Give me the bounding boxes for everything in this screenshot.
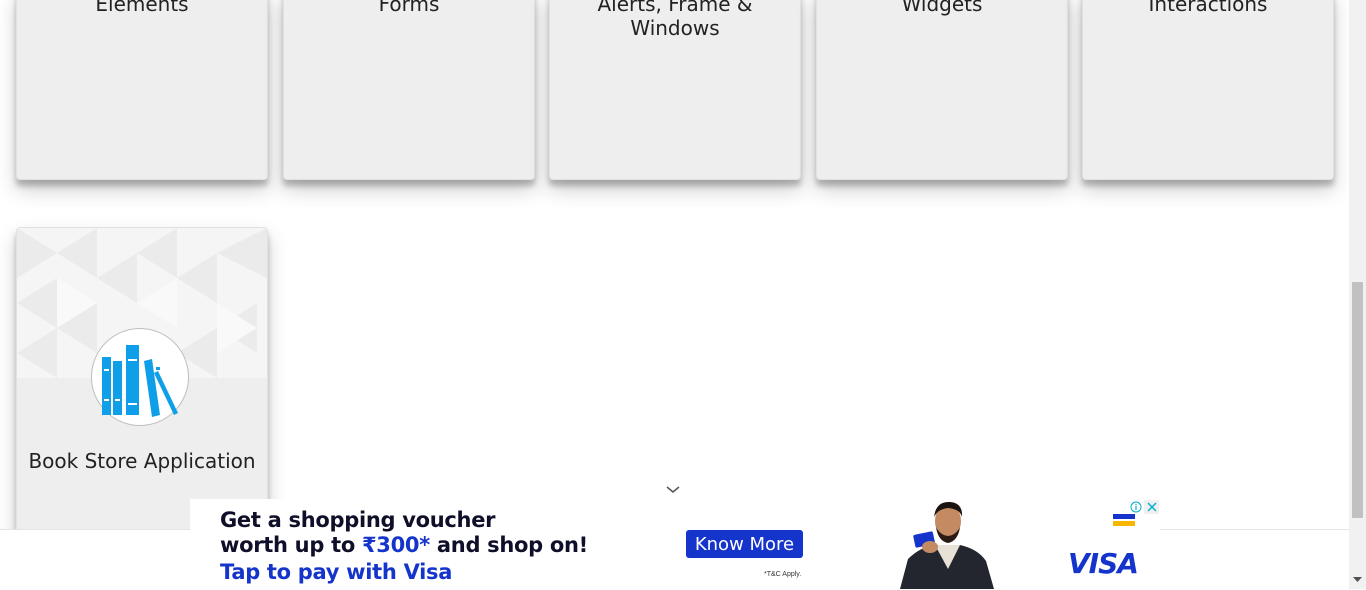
visa-logo: VISA [1068,547,1139,580]
scroll-down-arrow-icon[interactable] [1353,576,1362,585]
ad-person-image [890,499,1000,589]
card-forms[interactable]: Forms [283,0,535,180]
ad-terms: *T&C Apply. [764,571,802,578]
ad-line2-prefix: worth up to [220,533,362,557]
ad-info-icon[interactable] [1129,500,1143,514]
card-alerts-frame-windows[interactable]: Alerts, Frame & Windows [549,0,801,180]
close-icon[interactable] [1144,500,1159,514]
know-more-button[interactable]: Know More [686,530,803,558]
card-elements[interactable]: Elements [16,0,268,180]
ad-line2-amount: ₹300* [361,533,430,557]
ad-banner[interactable]: Get a shopping voucher worth up to ₹300*… [190,499,1160,589]
ad-headline-line1: Get a shopping voucher [220,508,496,532]
card-title: Interactions [1148,0,1268,16]
card-title: Elements [95,0,189,16]
card-title: Alerts, Frame & Windows [597,0,753,40]
card-title: Widgets [901,0,983,16]
ad-headline-line2: worth up to ₹300* and shop on! [220,533,588,557]
card-interactions[interactable]: Interactions [1082,0,1334,180]
scrollbar-thumb[interactable] [1352,282,1363,518]
vertical-scrollbar[interactable] [1349,0,1366,589]
flag-icon [1113,513,1135,527]
card-title: Forms [378,0,440,16]
ad-line2-suffix: and shop on! [429,533,588,557]
ad-headline-line3: Tap to pay with Visa [220,560,453,584]
card-title: Book Store Application [28,449,256,473]
book-store-icon [91,328,189,426]
card-widgets[interactable]: Widgets [816,0,1068,180]
chevron-down-icon[interactable] [664,482,682,496]
